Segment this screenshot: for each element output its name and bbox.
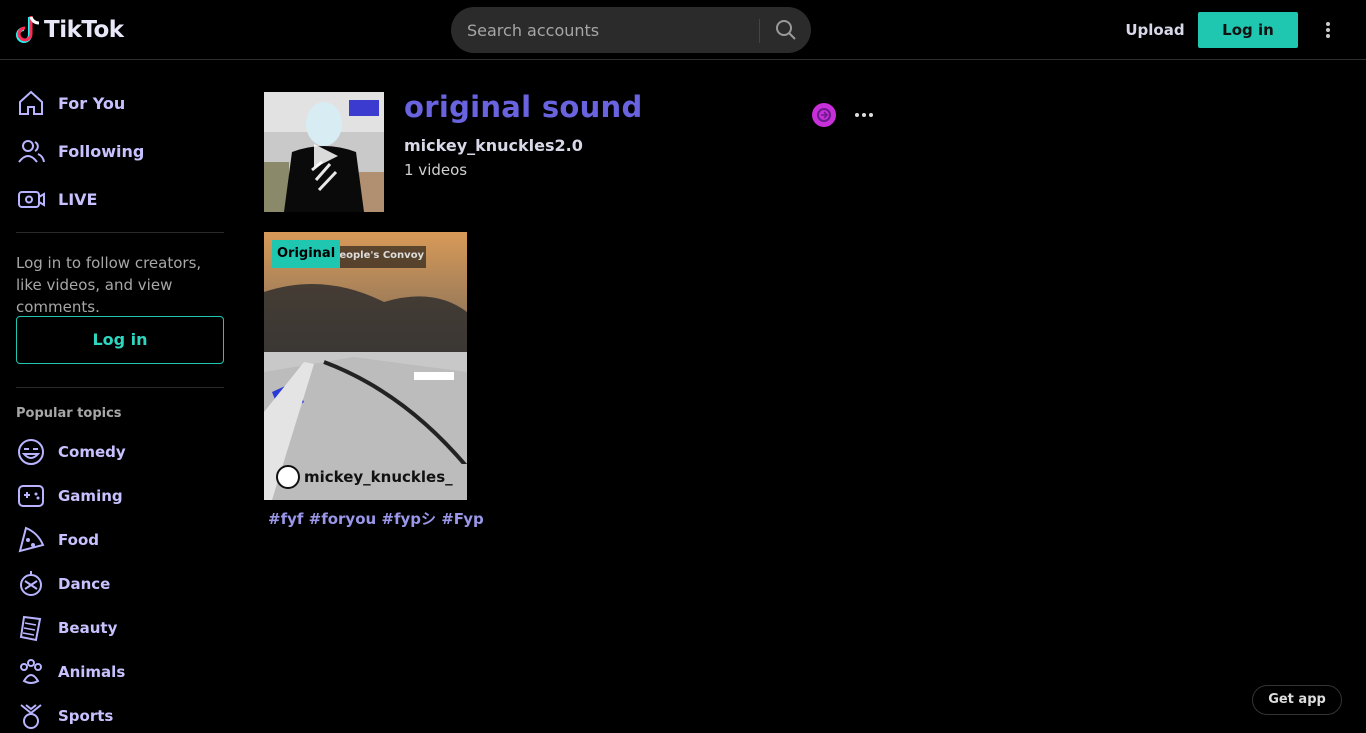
nav-label: LIVE [58,189,98,209]
sound-cover-image [264,92,384,212]
tiktok-logo[interactable]: TikTok [16,14,124,46]
topic-gaming[interactable]: Gaming [16,479,123,513]
top-header: TikTok Upload Log in [0,0,1366,60]
sidebar-login-button[interactable]: Log in [16,316,224,364]
live-icon [18,191,45,208]
sidebar-item-live[interactable]: LIVE [16,179,97,219]
nav-label: For You [58,93,126,113]
sidebar-item-for-you[interactable]: For You [16,83,125,123]
video-author[interactable]: mickey_knuckles_ [304,468,454,486]
topic-label: Animals [58,663,126,681]
topic-label: Beauty [58,619,118,637]
more-options-button[interactable] [850,106,878,124]
comedy-icon [18,439,44,465]
get-app-button[interactable]: Get app [1252,685,1342,715]
topic-animals[interactable]: Animals [16,655,125,689]
share-icon [812,103,836,127]
video-overlay-text: People's Convoy [332,250,425,261]
more-icon-dot [862,113,866,117]
share-button[interactable] [812,103,836,127]
topic-comedy[interactable]: Comedy [16,435,126,469]
more-menu-button[interactable] [1318,16,1338,44]
tiktok-note-icon [16,16,40,43]
sidebar-item-following[interactable]: Following [16,131,144,171]
original-badge: Original [272,240,341,268]
search-input[interactable] [467,7,757,53]
following-icon [18,140,45,163]
upload-button[interactable]: Upload [1120,12,1190,48]
sidebar-divider [16,232,224,233]
sound-cover[interactable] [264,92,384,212]
login-button[interactable]: Log in [1198,12,1298,48]
sound-title: original sound [404,90,643,124]
dance-icon [20,571,42,596]
topic-dance[interactable]: Dance [16,567,110,601]
avatar [276,465,300,489]
search-divider [759,19,760,43]
video-caption[interactable]: #fyf #foryou #fypシ #Fyp [268,508,484,529]
topic-label: Comedy [58,443,126,461]
video-card[interactable] [264,232,467,500]
topic-label: Sports [58,707,114,725]
topic-food[interactable]: Food [16,523,99,557]
more-icon-dot [869,113,873,117]
topic-label: Food [58,531,99,549]
nav-label: Following [58,141,145,161]
topic-label: Dance [58,575,111,593]
popular-topics-title: Popular topics [16,406,122,421]
kebab-icon [1326,22,1330,38]
more-icon-dot [855,113,859,117]
food-icon [18,526,45,553]
search-button[interactable] [761,7,811,53]
sound-author-link[interactable]: mickey_knuckles2.0 [404,136,583,155]
video-count: 1 videos [404,161,468,179]
home-icon [19,90,43,115]
beauty-icon [19,615,42,642]
sports-icon [20,704,42,729]
logo-text: TikTok [44,17,124,43]
login-prompt-text: Log in to follow creators, like videos, … [16,254,202,316]
sidebar-divider [16,387,224,388]
topic-label: Gaming [58,487,123,505]
gaming-icon [18,485,44,507]
sidebar: For You Following LIVE Log in to follow … [0,61,240,729]
video-thumbnail [264,232,467,500]
animals-icon [20,659,42,684]
search-bar [451,7,811,53]
topic-beauty[interactable]: Beauty [16,611,117,645]
search-icon [776,20,796,40]
